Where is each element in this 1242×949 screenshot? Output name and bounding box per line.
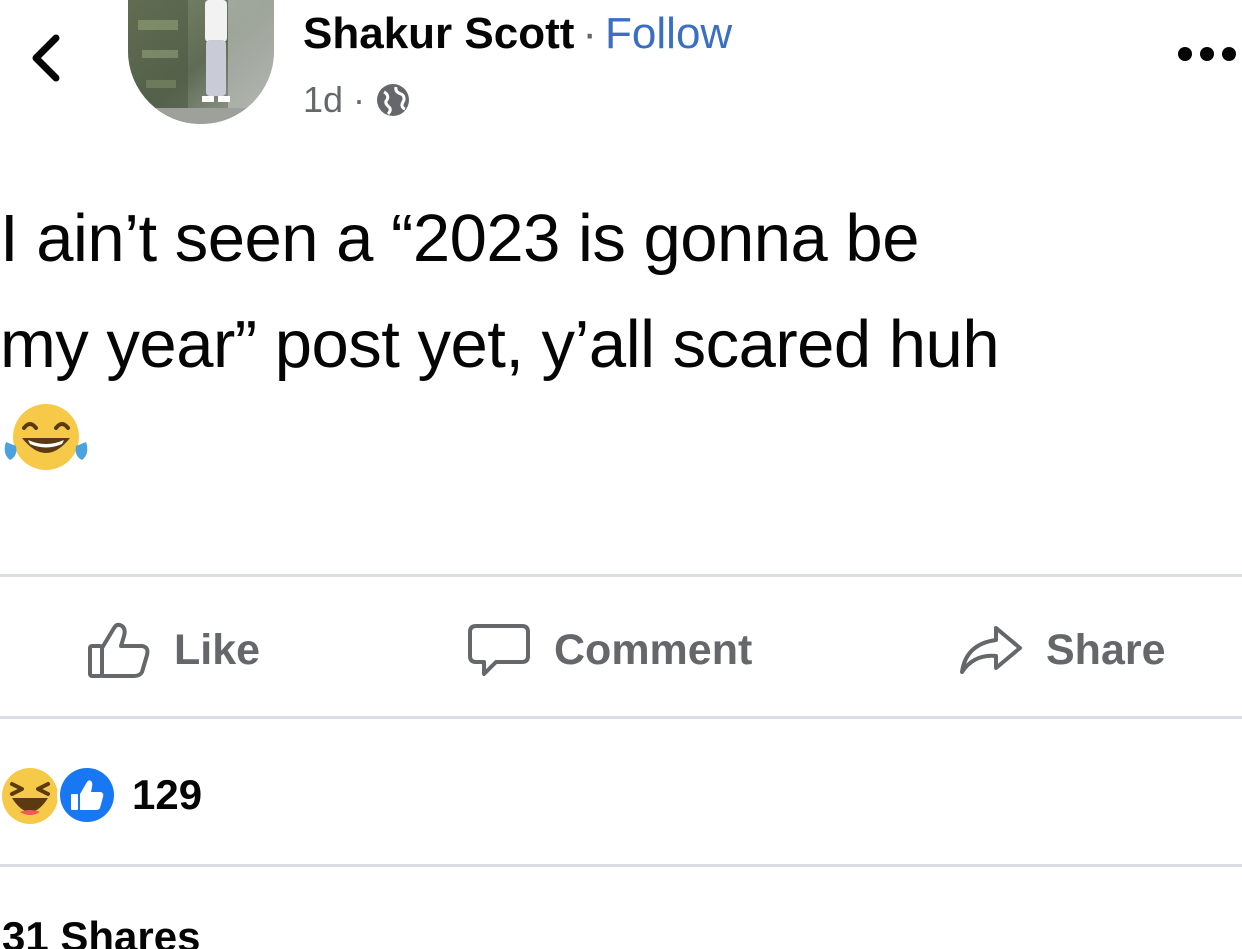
like-label: Like <box>174 625 261 674</box>
reactions-summary[interactable]: 129 <box>0 764 202 826</box>
post-meta: 1d · <box>303 78 411 122</box>
divider <box>0 716 1242 719</box>
reaction-icons <box>0 764 122 826</box>
follow-link[interactable]: Follow <box>605 9 732 58</box>
laughing-emoji <box>0 402 92 472</box>
author-name[interactable]: Shakur Scott <box>303 9 574 58</box>
comment-icon <box>468 624 530 676</box>
like-reaction-icon <box>57 765 117 825</box>
back-button[interactable] <box>22 28 72 88</box>
meta-separator: · <box>353 79 366 120</box>
comment-button[interactable]: Comment <box>466 612 752 688</box>
globe-icon <box>377 84 410 116</box>
like-button[interactable]: Like <box>86 612 260 688</box>
more-options-button[interactable] <box>1178 40 1236 68</box>
chevron-left-icon <box>32 34 60 82</box>
post-text: I ain’t seen a “2023 is gonna be my year… <box>0 186 1240 398</box>
share-arrow-icon <box>960 626 1022 674</box>
haha-reaction-icon <box>2 768 58 824</box>
post-screen: Shakur Scott · Follow 1d · I ain’t seen a … <box>0 0 1242 949</box>
author-line: Shakur Scott · Follow <box>303 8 732 60</box>
separator-dot: · <box>582 9 598 58</box>
thumbs-up-icon <box>88 622 150 678</box>
timestamp[interactable]: 1d <box>303 78 343 122</box>
reaction-count: 129 <box>132 771 203 818</box>
avatar[interactable] <box>128 0 274 124</box>
shares-count[interactable]: 31 Shares <box>2 912 200 949</box>
share-label: Share <box>1046 625 1166 674</box>
divider <box>0 864 1242 867</box>
post-text-line-2: my year” post yet, y’all scared huh <box>0 307 1000 382</box>
share-button[interactable]: Share <box>958 612 1166 688</box>
more-horizontal-icon-dot <box>1222 47 1236 61</box>
face-with-tears-of-joy-emoji <box>4 404 88 470</box>
more-horizontal-icon <box>1178 47 1192 61</box>
divider <box>0 574 1242 577</box>
profile-photo <box>128 0 274 124</box>
more-horizontal-icon-dot <box>1200 47 1214 61</box>
post-text-line-1: I ain’t seen a “2023 is gonna be <box>0 201 919 276</box>
comment-label: Comment <box>554 625 753 674</box>
